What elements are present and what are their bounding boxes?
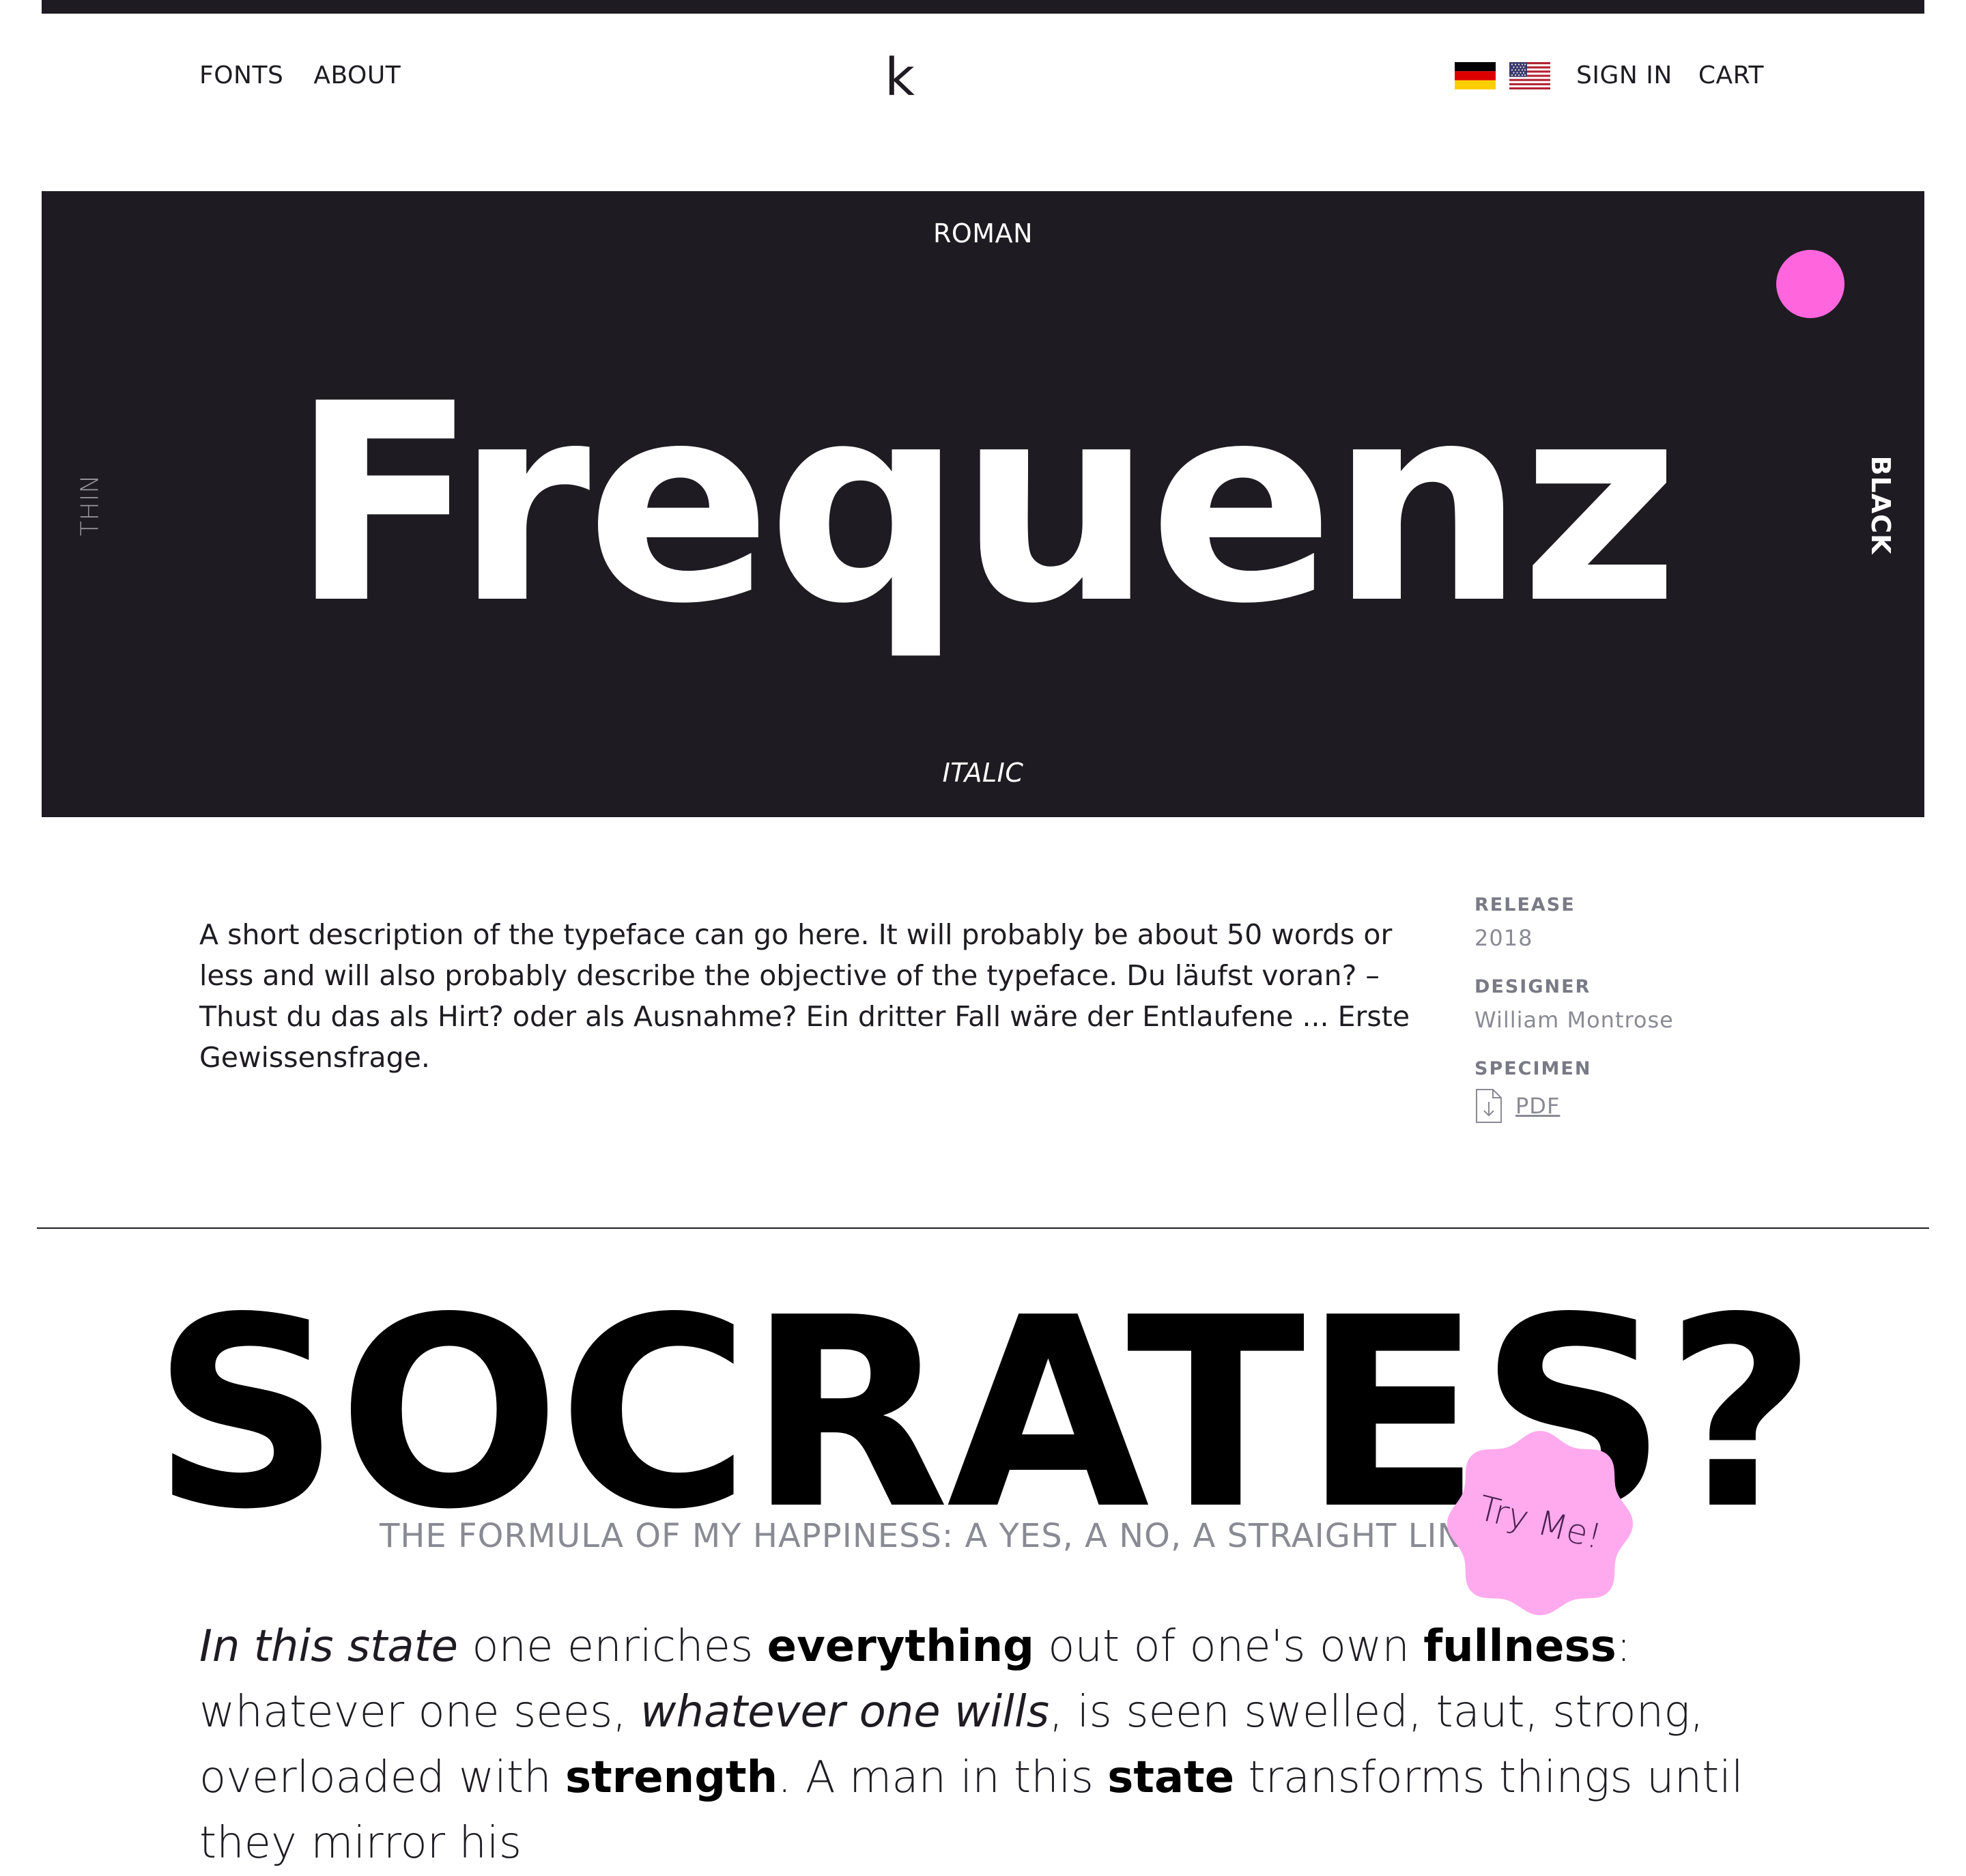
specimen-subtitle[interactable]: THE FORMULA OF MY HAPPINESS: A YES, A NO… — [380, 1517, 1495, 1555]
sign-in-link[interactable]: SIGN IN — [1576, 61, 1672, 90]
body-span: fullness — [1423, 1621, 1616, 1672]
body-span: strength — [565, 1752, 778, 1803]
section-divider — [37, 1227, 1929, 1229]
release-value: 2018 — [1474, 925, 1533, 951]
typeface-meta: RELEASE 2018 DESIGNER William Montrose S… — [1474, 894, 1761, 1124]
designer-label: DESIGNER — [1474, 976, 1591, 997]
body-span: out of one's own — [1034, 1621, 1424, 1672]
style-roman-toggle[interactable]: ROMAN — [42, 218, 1924, 248]
us-flag-icon[interactable] — [1509, 62, 1551, 89]
top-bar — [42, 0, 1924, 14]
weight-slider-handle[interactable] — [1776, 250, 1844, 318]
language-switcher — [1455, 62, 1551, 89]
specimen-heading[interactable]: SOCRATES? — [0, 1271, 1966, 1558]
body-span: whatever one wills — [640, 1687, 1050, 1737]
logo[interactable]: k — [885, 48, 915, 106]
designer-value: William Montrose — [1474, 1007, 1674, 1033]
body-span: one enriches — [458, 1621, 767, 1672]
typeface-description: A short description of the typeface can … — [199, 918, 1410, 1074]
account-nav: SIGN IN CART — [1455, 61, 1764, 90]
body-span: state — [1107, 1752, 1235, 1803]
cart-link[interactable]: CART — [1698, 61, 1764, 90]
style-italic-toggle[interactable]: ITALIC — [42, 758, 1924, 788]
specimen-pdf-link[interactable]: PDF — [1515, 1093, 1560, 1119]
primary-nav: FONTS ABOUT — [199, 61, 401, 90]
typeface-name: Frequenz — [290, 346, 1679, 664]
typeface-hero: ROMAN THIN BLACK Frequenz ITALIC — [42, 191, 1924, 817]
german-flag-icon[interactable] — [1455, 62, 1496, 89]
try-me-badge[interactable]: Try Me! — [1444, 1427, 1636, 1618]
release-label: RELEASE — [1474, 894, 1576, 915]
body-span: . A man in this — [778, 1752, 1108, 1803]
specimen-body[interactable]: In this state one enriches everything ou… — [199, 1614, 1769, 1876]
nav-fonts-link[interactable]: FONTS — [199, 61, 283, 90]
document-download-icon[interactable] — [1474, 1088, 1503, 1124]
nav-about-link[interactable]: ABOUT — [313, 61, 401, 90]
body-span: In this state — [199, 1621, 459, 1672]
specimen-download: PDF — [1474, 1088, 1761, 1124]
specimen-label: SPECIMEN — [1474, 1058, 1592, 1079]
body-span: everything — [767, 1621, 1034, 1672]
